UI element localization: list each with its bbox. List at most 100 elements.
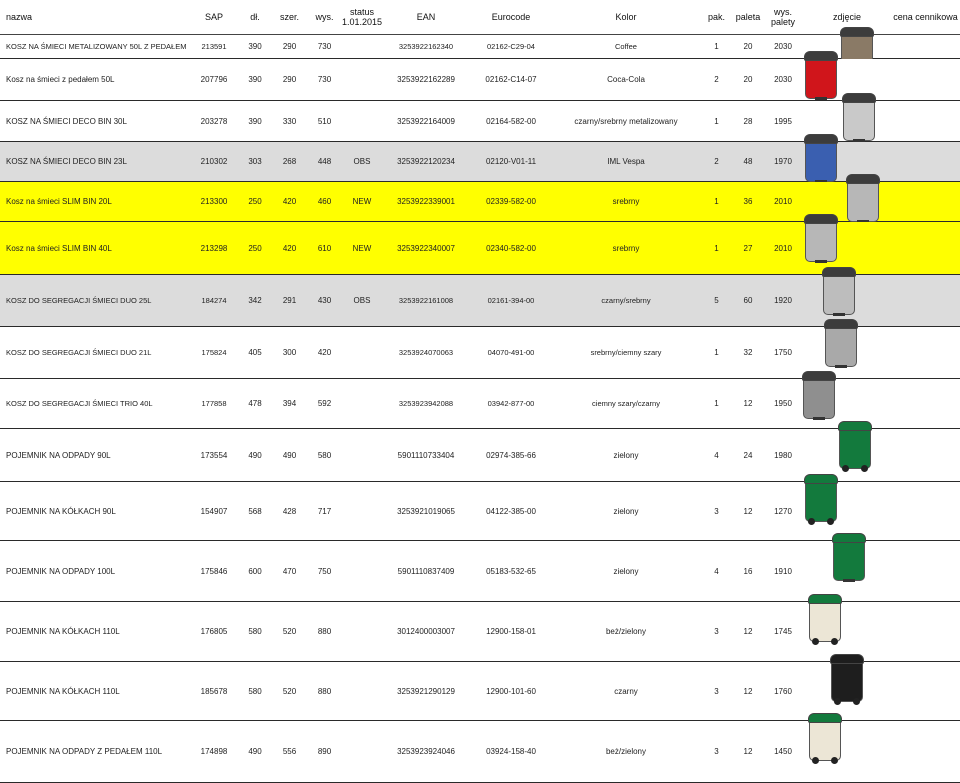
cell-paleta: 12 xyxy=(733,661,763,721)
cell-dl: 303 xyxy=(238,141,272,182)
col-header-cena: cena cennikowa xyxy=(891,0,960,35)
cell-nazwa: Kosz na śmieci SLIM BIN 20L xyxy=(0,181,190,222)
cell-kolor: beż/zielony xyxy=(552,601,700,662)
cell-eurocode: 02162-C29-04 xyxy=(470,34,552,59)
cell-szer: 290 xyxy=(272,58,307,101)
cell-paleta: 16 xyxy=(733,540,763,602)
cell-status xyxy=(342,481,382,541)
cell-pak: 3 xyxy=(700,481,733,541)
cell-ean: 3253921290129 xyxy=(382,661,470,721)
cell-wys: 717 xyxy=(307,481,342,541)
cell-sap: 154907 xyxy=(190,481,238,541)
cell-dl: 390 xyxy=(238,34,272,59)
table-row: Kosz na śmieci z pedałem 50L 207796 390 290… xyxy=(0,51,960,101)
product-table: nazwa SAP dł. szer. wys. status 1.01.201… xyxy=(0,0,960,783)
cell-eurocode: 02161-394-00 xyxy=(470,274,552,327)
cell-status: OBS xyxy=(342,141,382,182)
header-row: nazwa SAP dł. szer. wys. status 1.01.201… xyxy=(0,0,960,35)
cell-nazwa: POJEMNIK NA KÓŁKACH 110L xyxy=(0,601,190,662)
cell-kolor: beż/zielony xyxy=(552,720,700,783)
cell-wys: 510 xyxy=(307,100,342,142)
cell-status xyxy=(342,661,382,721)
cell-paleta: 20 xyxy=(733,34,763,59)
cell-pak: 2 xyxy=(700,58,733,101)
cell-pak: 4 xyxy=(700,428,733,482)
cell-paleta: 12 xyxy=(733,720,763,783)
cell-eurocode: 02120-V01-11 xyxy=(470,141,552,182)
cell-status xyxy=(342,720,382,783)
col-header-eurocode: Eurocode xyxy=(470,0,552,35)
cell-status: NEW xyxy=(342,181,382,222)
cell-eurocode: 02164-582-00 xyxy=(470,100,552,142)
cell-status xyxy=(342,34,382,59)
cell-status xyxy=(342,601,382,662)
cell-ean: 3253924070063 xyxy=(382,326,470,379)
cell-paleta: 12 xyxy=(733,378,763,429)
cell-paleta: 24 xyxy=(733,428,763,482)
cell-ean: 5901110733404 xyxy=(382,428,470,482)
green-wheeled-bin-90l-icon xyxy=(804,474,838,525)
cell-sap: 174898 xyxy=(190,720,238,783)
cell-ean: 3253923924046 xyxy=(382,720,470,783)
cell-wys: 890 xyxy=(307,720,342,783)
cell-sap: 173554 xyxy=(190,428,238,482)
cell-sap: 175846 xyxy=(190,540,238,602)
cell-cena xyxy=(891,661,960,721)
cell-paleta: 20 xyxy=(733,58,763,101)
cell-wys-palety: 1450 xyxy=(763,720,803,783)
cell-eurocode: 05183-532-65 xyxy=(470,540,552,602)
cell-eurocode: 02162-C14-07 xyxy=(470,58,552,101)
cell-cena xyxy=(891,141,960,182)
col-header-nazwa: nazwa xyxy=(0,0,190,35)
cell-pak: 1 xyxy=(700,34,733,59)
cell-dl: 250 xyxy=(238,221,272,275)
cell-ean: 3253922161008 xyxy=(382,274,470,327)
cell-ean: 3253922339001 xyxy=(382,181,470,222)
cell-kolor: czarny xyxy=(552,661,700,721)
cell-paleta: 60 xyxy=(733,274,763,327)
cell-kolor: srebrny/ciemny szary xyxy=(552,326,700,379)
cell-wys: 880 xyxy=(307,601,342,662)
cell-pak: 3 xyxy=(700,661,733,721)
cell-dl: 250 xyxy=(238,181,272,222)
cell-zdjecie xyxy=(803,594,891,662)
cell-wys-palety: 2030 xyxy=(763,58,803,101)
cell-zdjecie xyxy=(803,533,891,602)
table-row: POJEMNIK NA KÓŁKACH 90L 154907 568 428 717 32… xyxy=(0,474,960,541)
cell-wys: 448 xyxy=(307,141,342,182)
col-header-status: status 1.01.2015 xyxy=(342,0,382,35)
cell-pak: 1 xyxy=(700,181,733,222)
cell-szer: 520 xyxy=(272,601,307,662)
cell-nazwa: POJEMNIK NA ODPADY Z PEDAŁEM 110L xyxy=(0,720,190,783)
cell-wys-palety: 1920 xyxy=(763,274,803,327)
table-row: POJEMNIK NA KÓŁKACH 110L 176805 580 520 880 3… xyxy=(0,594,960,662)
table-row: POJEMNIK NA KÓŁKACH 110L 185678 580 520 880 3… xyxy=(0,654,960,721)
cell-kolor: czarny/srebrny xyxy=(552,274,700,327)
cell-wys-palety: 2010 xyxy=(763,181,803,222)
cell-wys: 610 xyxy=(307,221,342,275)
col-header-wys: wys. xyxy=(307,0,342,35)
cell-status xyxy=(342,100,382,142)
cell-ean: 3253922120234 xyxy=(382,141,470,182)
cell-wys: 750 xyxy=(307,540,342,602)
cell-ean: 3253921019065 xyxy=(382,481,470,541)
cell-status xyxy=(342,378,382,429)
col-header-sap: SAP xyxy=(190,0,238,35)
cell-paleta: 12 xyxy=(733,601,763,662)
cell-cena xyxy=(891,181,960,222)
cell-nazwa: KOSZ NA ŚMIECI DECO BIN 30L xyxy=(0,100,190,142)
cell-paleta: 28 xyxy=(733,100,763,142)
col-header-pak: pak. xyxy=(700,0,733,35)
cell-eurocode: 02339-582-00 xyxy=(470,181,552,222)
cell-paleta: 48 xyxy=(733,141,763,182)
cell-sap: 184274 xyxy=(190,274,238,327)
cell-wys: 592 xyxy=(307,378,342,429)
cell-pak: 3 xyxy=(700,720,733,783)
cell-eurocode: 04122-385-00 xyxy=(470,481,552,541)
cell-ean: 3253923942088 xyxy=(382,378,470,429)
cell-cena xyxy=(891,601,960,662)
cell-eurocode: 04070-491-00 xyxy=(470,326,552,379)
cell-sap: 207796 xyxy=(190,58,238,101)
cell-nazwa: Kosz na śmieci SLIM BIN 40L xyxy=(0,221,190,275)
cell-status xyxy=(342,428,382,482)
